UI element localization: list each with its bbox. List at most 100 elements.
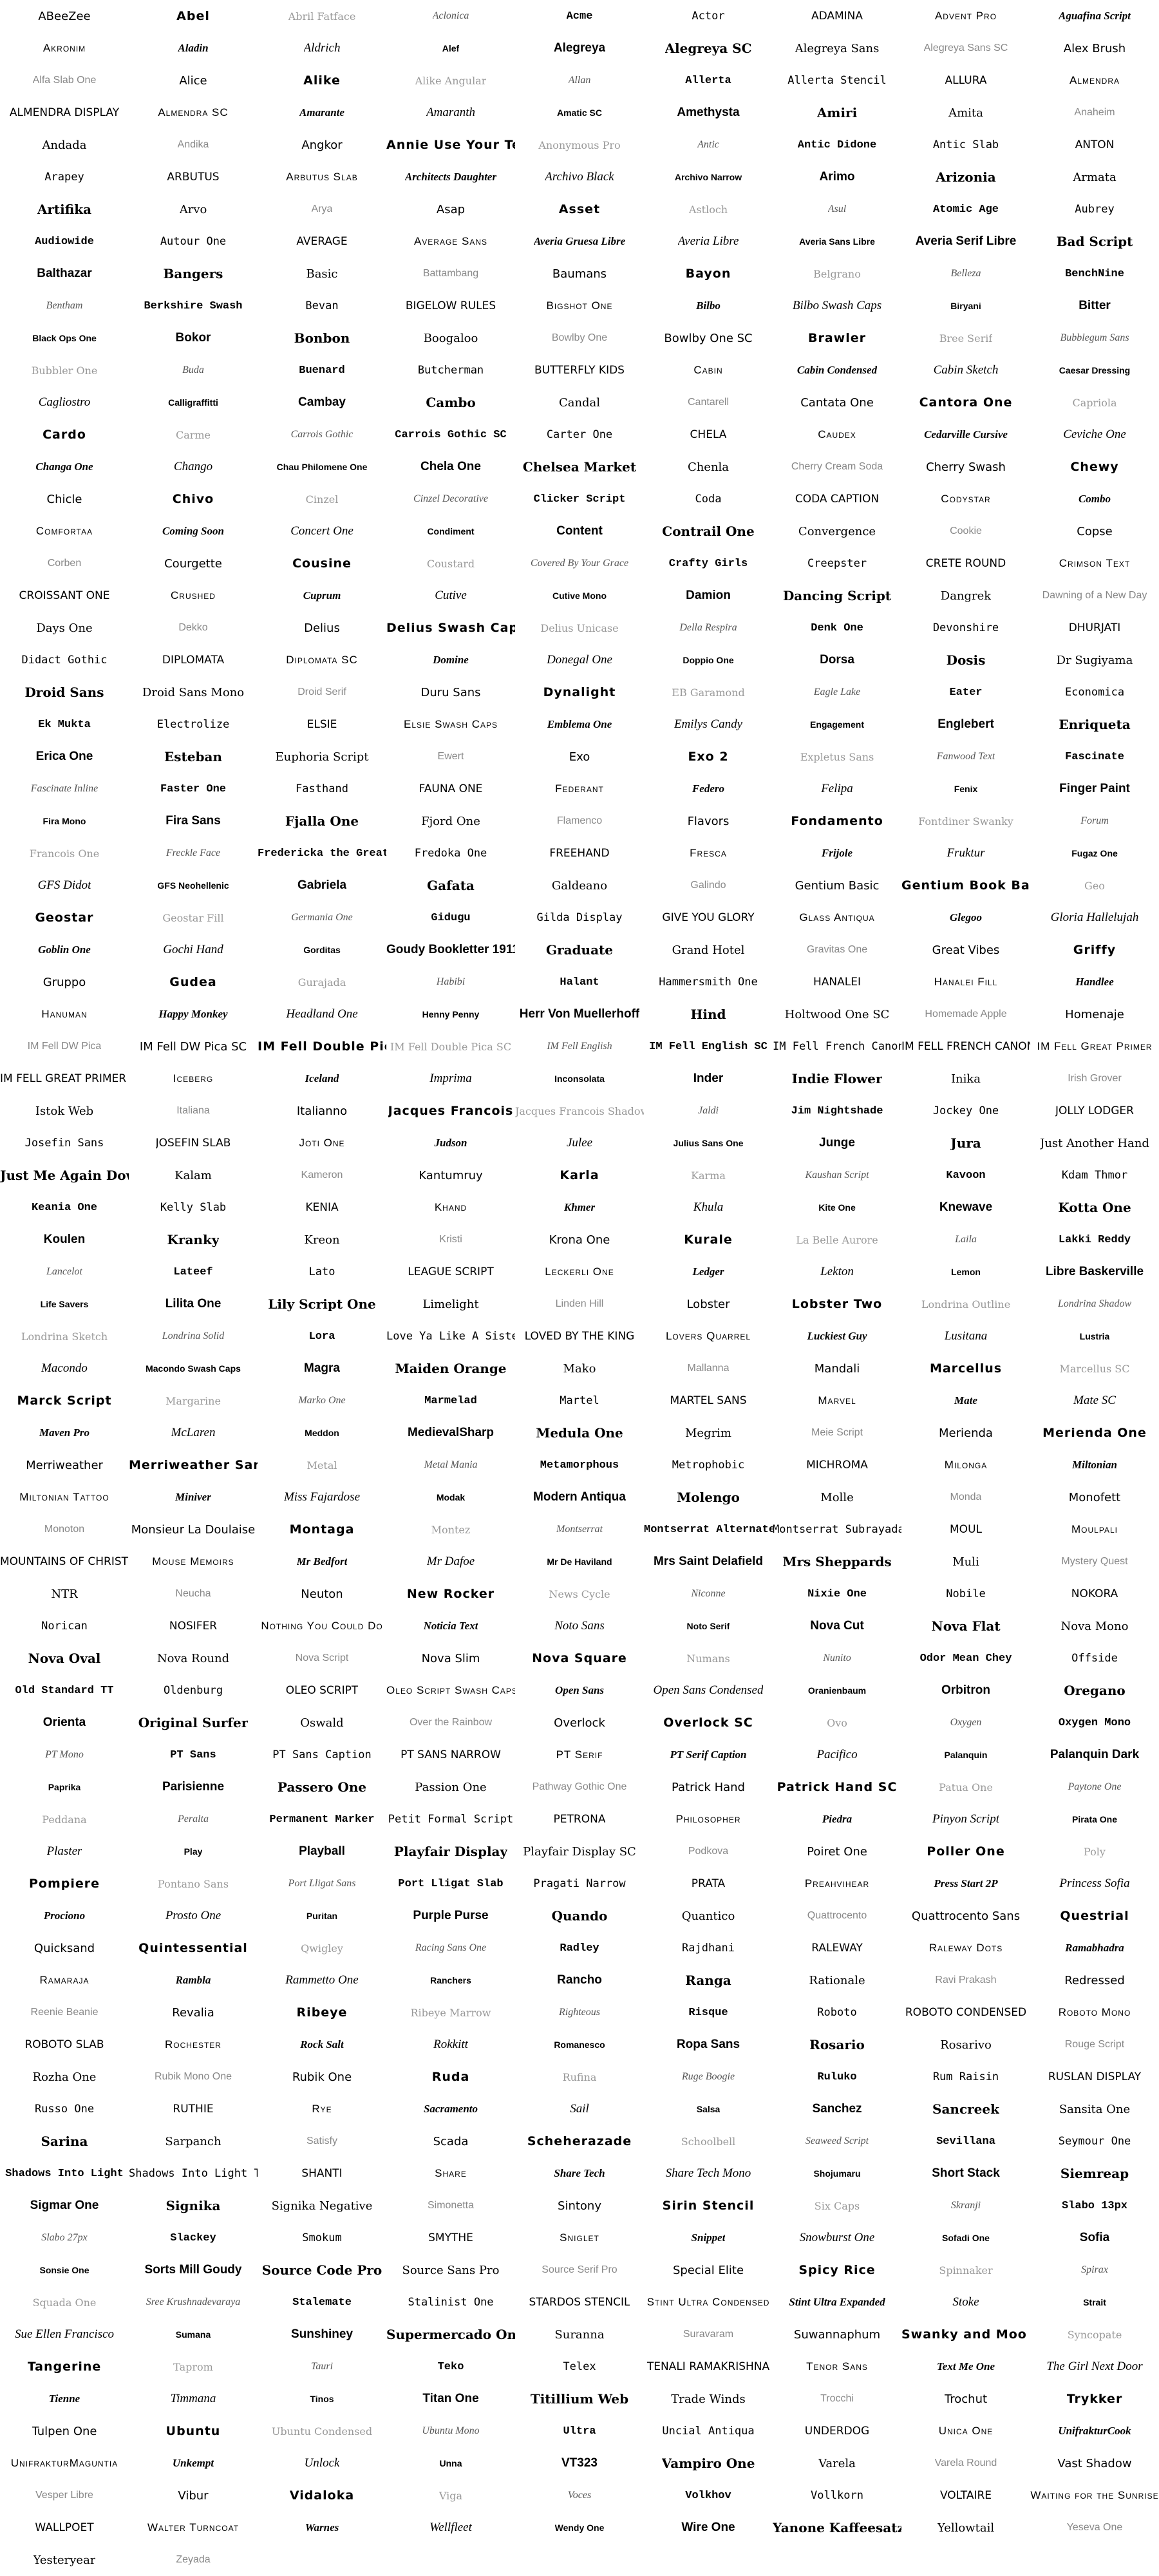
font-sample: Bree Serif (901, 322, 1030, 354)
font-sample-label: Vesper Libre (35, 2490, 93, 2501)
font-sample: Parisienne (129, 1771, 258, 1803)
font-sample-label: Antic Slab (932, 138, 999, 151)
font-sample-label: Lekton (820, 1265, 854, 1278)
font-sample: Ultra (515, 2415, 644, 2447)
font-sample: Rosario (773, 2029, 901, 2061)
font-sample: Patrick Hand (644, 1771, 773, 1803)
font-sample: Mr Bedfort (258, 1546, 386, 1578)
font-sample-label: Lancelot (46, 1266, 82, 1277)
font-sample-label: Kite One (818, 1202, 856, 1213)
font-sample: Montaga (258, 1513, 386, 1546)
font-sample: Cinzel Decorative (386, 483, 515, 515)
font-sample-label: Give You Glory (662, 911, 755, 924)
font-sample: Kristi (386, 1224, 515, 1256)
font-sample-label: Magra (304, 1361, 340, 1375)
font-sample: IM Fell English SC (644, 1030, 773, 1063)
font-sample-label: Noto Sans (554, 1619, 605, 1633)
font-sample: PT Sans Caption (258, 1739, 386, 1771)
font-sample: Vesper Libre (0, 2479, 129, 2512)
font-sample-label: Trykker (1066, 2392, 1123, 2406)
font-sample-label: Inconsolata (554, 1074, 605, 1084)
font-sample: Gorditas (258, 934, 386, 966)
font-sample-label: Duru Sans (420, 685, 481, 699)
font-sample: Ek Mukta (0, 708, 129, 741)
font-sample: Ubuntu Mono (386, 2415, 515, 2447)
font-sample-label: Freckle Face (165, 848, 221, 858)
font-sample-label: Pragati Narrow (533, 1877, 626, 1890)
font-sample-label: Sacramento (423, 2103, 478, 2115)
font-sample-label: Federant (555, 782, 604, 795)
font-sample-label: Caesar Dressing (1059, 365, 1131, 375)
font-sample: Covered By Your Grace (515, 547, 644, 580)
font-sample: Bowlby One (515, 322, 644, 354)
font-sample-label: Nova Flat (931, 1618, 1001, 1634)
font-sample-label: Unica One (938, 2425, 994, 2437)
font-sample-label: Bubblegum Sans (1060, 332, 1129, 343)
font-sample: Hanalei Fill (901, 966, 1030, 998)
font-sample-label: Old Standard TT (15, 1684, 114, 1697)
font-sample: Viga (386, 2479, 515, 2512)
font-sample-label: Asap (436, 202, 466, 216)
font-sample-label: Rationale (809, 1973, 865, 1987)
font-sample-label: Port Lligat Slab (398, 1877, 504, 1890)
font-sample: Nixie One (773, 1578, 901, 1610)
font-sample: Titan One (386, 2383, 515, 2415)
font-sample-label: Henny Penny (422, 1009, 480, 1019)
font-sample-label: Voces (567, 2490, 592, 2501)
font-sample-label: Baumans (552, 267, 607, 281)
font-sample: Wendy One (515, 2512, 644, 2544)
font-sample: Bad Script (1030, 225, 1159, 258)
font-sample: Londrina Outline (901, 1288, 1030, 1320)
font-sample: Meddon (258, 1417, 386, 1449)
font-sample-label: Eagle Lake (813, 687, 861, 697)
font-sample: Marvel (773, 1385, 901, 1417)
font-sample: Niconne (644, 1578, 773, 1610)
font-sample-label: Alex Brush (1063, 41, 1126, 55)
font-sample: Chivo (129, 483, 258, 515)
font-sample-label: Kantumruy (419, 1168, 483, 1182)
font-sample: Glass Antiqua (773, 902, 901, 934)
font-sample: Antic Slab (901, 129, 1030, 161)
font-sample-label: Lora (308, 1330, 335, 1343)
font-sample-label: Vibur (178, 2488, 209, 2503)
font-sample: Lakki Reddy (1030, 1224, 1159, 1256)
font-sample-label: Ribeye (296, 2005, 348, 2020)
font-sample: Ranga (644, 1964, 773, 1996)
font-sample: Peddana (0, 1803, 129, 1835)
font-sample: Euphoria Script (258, 741, 386, 773)
font-sample: Croissant One (0, 580, 129, 612)
font-sample: Kalam (129, 1159, 258, 1191)
font-sample: Overlock (515, 1707, 644, 1739)
font-sample: Amatic SC (515, 97, 644, 129)
font-sample-label: Dancing Script (782, 588, 892, 603)
font-sample-label: Simonetta (427, 2200, 475, 2211)
font-sample-label: Sevillana (936, 2135, 995, 2148)
font-sample: Didact Gothic (0, 644, 129, 676)
font-sample: Stardos Stencil (515, 2286, 644, 2318)
font-sample: IM Fell English (515, 1030, 644, 1063)
font-sample-label: Enriqueta (1059, 717, 1131, 732)
font-sample: Balthazar (0, 258, 129, 290)
font-sample-label: Crushed (171, 589, 216, 601)
font-sample-label: Sigmar One (30, 2199, 99, 2212)
font-sample-label: Open Sans (554, 1684, 605, 1696)
font-sample-label: Abril Fatface (288, 10, 356, 23)
font-sample: Antic Didone (773, 129, 901, 161)
font-sample-label: Princess Sofia (1059, 1877, 1130, 1890)
font-sample: Open Sans (515, 1674, 644, 1707)
font-sample: Pathway Gothic One (515, 1771, 644, 1803)
font-sample: Open Sans Condensed (644, 1674, 773, 1707)
font-sample-label: Merriweather Sans (129, 1458, 258, 1472)
font-sample-label: Koulen (43, 1233, 86, 1246)
font-sample-label: Mountains of Christmas (0, 1555, 129, 1568)
font-sample-label: Kreon (304, 1233, 340, 1247)
font-sample: Jim Nightshade (773, 1095, 901, 1127)
font-sample: Loved by the King (515, 1320, 644, 1352)
font-sample: IM Fell Great Primer (1030, 1030, 1159, 1063)
font-sample-label: Sofadi One (942, 2233, 990, 2243)
font-sample: Revalia (129, 1996, 258, 2029)
font-sample-label: Neuton (301, 1587, 343, 1601)
font-sample-label: Gabriela (297, 878, 347, 892)
font-sample-label: Bad Script (1056, 234, 1133, 249)
font-sample: Purple Purse (386, 1900, 515, 1932)
